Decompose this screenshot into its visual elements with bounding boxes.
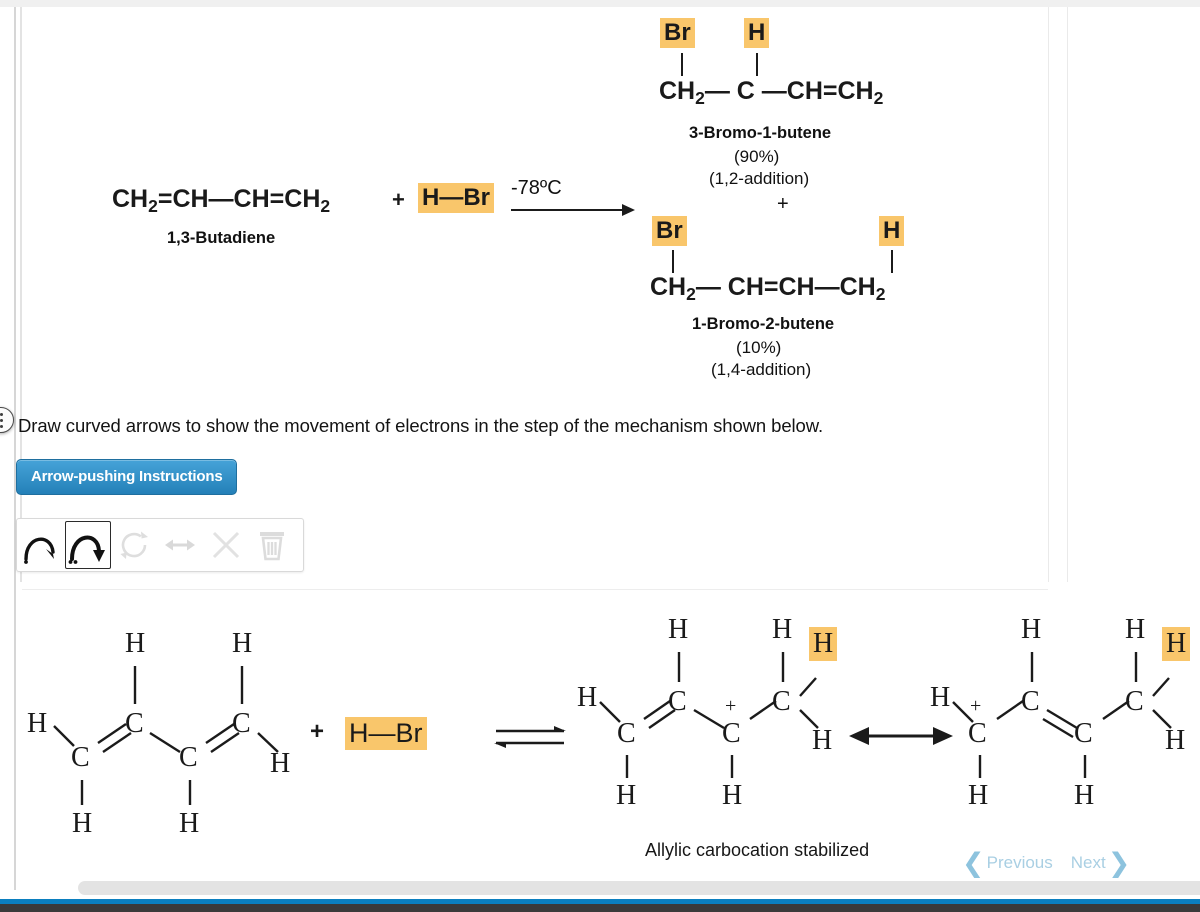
double-barb-curved-arrow-tool[interactable] [65,521,111,569]
next-chevron-icon: ❯ [1107,847,1131,878]
product2-name: 1-Bromo-2-butene [692,315,835,333]
product1-br-bond [681,53,683,76]
window-top-strip [0,0,1200,7]
previous-label: Previous [986,853,1053,872]
product1-h-bond [756,53,758,76]
page-root: CH2=CH—CH=CH2 CH2=CH—CH=CH2 1,3-Butadien… [0,0,1200,912]
clear-x-icon [212,531,240,559]
product2-br-substituent: Br [652,216,687,246]
next-label: Next [1070,853,1106,872]
panel-divider [22,589,1048,590]
reaction-plus-sign: + [392,187,405,212]
cation1-bonds [599,652,819,778]
horizontal-scrollbar-thumb[interactable] [78,881,1200,895]
previous-chevron-icon: ❮ [962,847,985,878]
bottom-taskbar [0,904,1200,912]
reactant-formula: CH2=CH—CH=CH2 CH2=CH—CH=CH2 [112,185,331,216]
resonance-arrow-tool[interactable] [157,521,203,569]
mechanism-caption: Allylic carbocation stabilized [645,840,870,860]
product1-yield: (90%) [734,147,780,166]
mech-reactant-bonds [53,666,279,805]
product1-br-substituent: Br [660,18,695,48]
product2-h-substituent: H [879,216,905,246]
mech-plus-sign: + [310,718,325,745]
cation2-bonds [952,652,1172,778]
mechanism-figure-panel: H C H H C C H H C H + H—Br H C H H C C +… [22,600,1200,878]
product2-br-bond [672,250,674,273]
arrow-drawing-toolbar[interactable] [16,518,304,572]
previous-button[interactable]: ❮ Previous [962,847,1053,878]
equilibrium-arrow-icon [494,726,566,748]
products-plus-sign: + [777,193,789,215]
right-gutter [1069,7,1200,590]
next-button[interactable]: Next ❯ [1070,847,1131,878]
product2-h-bond [891,250,893,273]
reaction-figure-panel: CH2=CH—CH=CH2 CH2=CH—CH=CH2 1,3-Butadien… [22,7,1048,582]
reaction-arrow-head [622,204,635,216]
double-barb-curved-arrow-icon [68,535,105,564]
single-barb-curved-arrow-icon [24,537,55,564]
reaction-arrow-shaft [511,209,624,211]
upper-panel-scrollbar-track[interactable] [1048,7,1068,582]
product1-addition-type: (1,2-addition) [709,169,810,188]
reagent-hbr: H—Br [418,183,495,213]
product1-backbone: CH2— C —CH=CH2 [659,77,884,108]
arrow-pushing-instructions-button[interactable]: Arrow-pushing Instructions [16,459,238,495]
mech-reagent-hbr: H—Br [345,717,427,750]
product1-h-substituent: H [744,18,770,48]
product1-name: 3-Bromo-1-butene [689,124,832,142]
single-barb-curved-arrow-tool[interactable] [19,521,65,569]
question-drag-handle-icon[interactable] [0,407,14,433]
product2-backbone: CH2— CH=CH—CH2 [650,273,886,304]
rotate-icon [120,531,148,559]
rotate-tool[interactable] [111,521,157,569]
product2-addition-type: (1,4-addition) [711,360,812,379]
product2-yield: (10%) [736,338,782,357]
resonance-arrow-icon [165,539,195,551]
delete-tool[interactable] [249,521,295,569]
trash-icon [260,532,284,561]
question-prompt: Draw curved arrows to show the movement … [18,415,823,436]
clear-tool[interactable] [203,521,249,569]
content-left-border [14,7,16,890]
reactant-name: 1,3-Butadiene [167,229,276,247]
reaction-conditions: -78ºC [511,177,562,199]
